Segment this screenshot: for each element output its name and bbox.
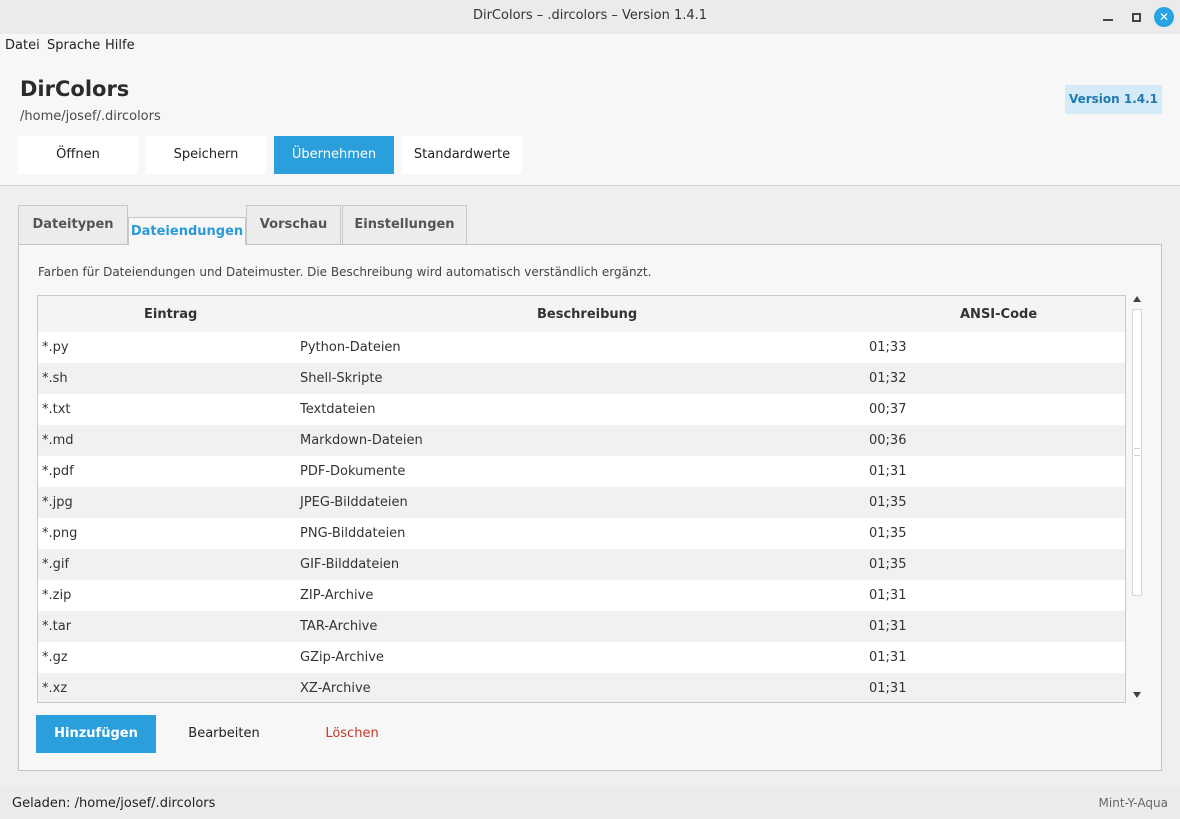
cell-beschreibung: Shell-Skripte xyxy=(300,371,383,386)
scroll-up-arrow-icon[interactable] xyxy=(1133,296,1141,302)
cell-ansi-code: 01;31 xyxy=(869,619,907,634)
cell-eintrag: *.gif xyxy=(42,557,70,572)
table-row[interactable]: *.gif GIF-Bilddateien 01;35 xyxy=(38,549,1125,580)
cell-ansi-code: 01;33 xyxy=(869,340,907,355)
cell-ansi-code: 01;35 xyxy=(869,495,907,510)
table-row[interactable]: *.xz XZ-Archive 01;31 xyxy=(38,673,1125,702)
cell-beschreibung: PDF-Dokumente xyxy=(300,464,406,479)
close-icon[interactable]: ✕ xyxy=(1154,7,1174,27)
defaults-button[interactable]: Standardwerte xyxy=(402,136,522,174)
open-button[interactable]: Öffnen xyxy=(18,136,138,174)
menu-bar: Datei Sprache Hilfe xyxy=(0,34,1180,58)
edit-button[interactable]: Bearbeiten xyxy=(164,715,284,753)
cell-eintrag: *.jpg xyxy=(42,495,73,510)
panel-hint: Farben für Dateiendungen und Dateimuster… xyxy=(38,265,652,279)
cell-beschreibung: PNG-Bilddateien xyxy=(300,526,406,541)
scrollbar-track[interactable] xyxy=(1132,309,1142,596)
cell-ansi-code: 01;31 xyxy=(869,681,907,696)
table-header: Eintrag Beschreibung ANSI-Code xyxy=(38,296,1125,332)
save-button[interactable]: Speichern xyxy=(146,136,266,174)
extensions-table: Eintrag Beschreibung ANSI-Code *.py Pytho… xyxy=(37,295,1126,703)
file-path: /home/josef/.dircolors xyxy=(20,109,161,124)
maximize-icon[interactable] xyxy=(1126,7,1146,27)
scroll-down-arrow-icon[interactable] xyxy=(1133,692,1141,698)
cell-beschreibung: Python-Dateien xyxy=(300,340,401,355)
tab-dateiendungen[interactable]: Dateiendungen xyxy=(128,217,246,245)
apply-button[interactable]: Übernehmen xyxy=(274,136,394,174)
cell-eintrag: *.png xyxy=(42,526,78,541)
column-header-beschreibung[interactable]: Beschreibung xyxy=(537,307,637,322)
cell-beschreibung: GIF-Bilddateien xyxy=(300,557,400,572)
column-header-ansi-code[interactable]: ANSI-Code xyxy=(960,307,1037,322)
delete-button[interactable]: Löschen xyxy=(292,715,412,753)
cell-beschreibung: Textdateien xyxy=(300,402,376,417)
table-row[interactable]: *.jpg JPEG-Bilddateien 01;35 xyxy=(38,487,1125,518)
status-loaded: Geladen: /home/josef/.dircolors xyxy=(12,796,216,811)
table-row[interactable]: *.py Python-Dateien 01;33 xyxy=(38,332,1125,363)
minimize-icon[interactable] xyxy=(1098,7,1118,27)
cell-ansi-code: 01;31 xyxy=(869,650,907,665)
cell-eintrag: *.gz xyxy=(42,650,68,665)
title-bar: DirColors – .dircolors – Version 1.4.1 ✕ xyxy=(0,0,1180,34)
scrollbar-grip-icon xyxy=(1134,448,1140,456)
app-title: DirColors xyxy=(20,77,130,101)
cell-eintrag: *.pdf xyxy=(42,464,74,479)
tab-einstellungen[interactable]: Einstellungen xyxy=(342,205,467,244)
cell-eintrag: *.txt xyxy=(42,402,71,417)
cell-beschreibung: TAR-Archive xyxy=(300,619,378,634)
menu-datei[interactable]: Datei xyxy=(5,38,40,53)
header: DirColors /home/josef/.dircolors Version… xyxy=(0,58,1180,186)
cell-ansi-code: 01;35 xyxy=(869,557,907,572)
table-row[interactable]: *.gz GZip-Archive 01;31 xyxy=(38,642,1125,673)
cell-ansi-code: 00;36 xyxy=(869,433,907,448)
cell-eintrag: *.py xyxy=(42,340,69,355)
cell-eintrag: *.tar xyxy=(42,619,72,634)
table-row[interactable]: *.pdf PDF-Dokumente 01;31 xyxy=(38,456,1125,487)
table-row[interactable]: *.zip ZIP-Archive 01;31 xyxy=(38,580,1125,611)
table-row[interactable]: *.tar TAR-Archive 01;31 xyxy=(38,611,1125,642)
cell-ansi-code: 00;37 xyxy=(869,402,907,417)
cell-eintrag: *.sh xyxy=(42,371,68,386)
tab-vorschau[interactable]: Vorschau xyxy=(246,205,341,244)
window-title: DirColors – .dircolors – Version 1.4.1 xyxy=(472,8,708,23)
table-row[interactable]: *.txt Textdateien 00;37 xyxy=(38,394,1125,425)
status-bar: Geladen: /home/josef/.dircolors Mint-Y-A… xyxy=(0,786,1180,819)
menu-hilfe[interactable]: Hilfe xyxy=(105,38,135,53)
cell-ansi-code: 01;35 xyxy=(869,526,907,541)
cell-ansi-code: 01;31 xyxy=(869,464,907,479)
cell-beschreibung: JPEG-Bilddateien xyxy=(300,495,408,510)
cell-ansi-code: 01;31 xyxy=(869,588,907,603)
add-button[interactable]: Hinzufügen xyxy=(36,715,156,753)
cell-ansi-code: 01;32 xyxy=(869,371,907,386)
table-scrollbar[interactable] xyxy=(1130,295,1144,703)
cell-eintrag: *.zip xyxy=(42,588,72,603)
tab-dateitypen[interactable]: Dateitypen xyxy=(18,205,128,244)
table-row[interactable]: *.png PNG-Bilddateien 01;35 xyxy=(38,518,1125,549)
cell-beschreibung: Markdown-Dateien xyxy=(300,433,423,448)
column-header-eintrag[interactable]: Eintrag xyxy=(144,307,197,322)
cell-beschreibung: ZIP-Archive xyxy=(300,588,374,603)
cell-eintrag: *.md xyxy=(42,433,74,448)
table-row[interactable]: *.sh Shell-Skripte 01;32 xyxy=(38,363,1125,394)
cell-eintrag: *.xz xyxy=(42,681,68,696)
version-badge: Version 1.4.1 xyxy=(1065,85,1162,114)
menu-sprache[interactable]: Sprache xyxy=(47,38,100,53)
cell-beschreibung: XZ-Archive xyxy=(300,681,371,696)
table-row[interactable]: *.md Markdown-Dateien 00;36 xyxy=(38,425,1125,456)
status-theme: Mint-Y-Aqua xyxy=(1098,796,1168,810)
cell-beschreibung: GZip-Archive xyxy=(300,650,384,665)
